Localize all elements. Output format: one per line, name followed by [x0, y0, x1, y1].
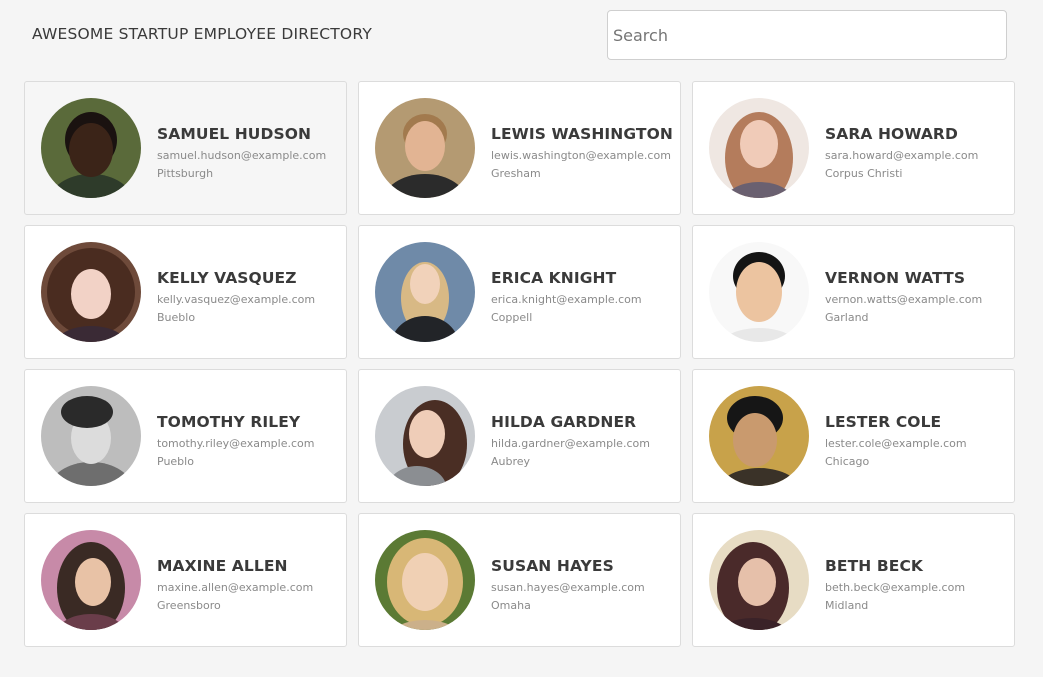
- employee-city: Chicago: [825, 455, 870, 468]
- employee-name: MAXINE ALLEN: [157, 557, 288, 575]
- employee-city: Midland: [825, 599, 869, 612]
- employee-email: erica.knight@example.com: [491, 293, 642, 306]
- employee-name: SARA HOWARD: [825, 125, 958, 143]
- person-avatar-icon: [41, 242, 141, 342]
- avatar: [375, 530, 475, 630]
- employee-grid: SAMUEL HUDSON samuel.hudson@example.com …: [24, 81, 1015, 647]
- avatar: [375, 98, 475, 198]
- person-avatar-icon: [41, 386, 141, 486]
- person-avatar-icon: [375, 386, 475, 486]
- employee-info: TOMOTHY RILEY tomothy.riley@example.com …: [157, 412, 342, 470]
- employee-city: Pueblo: [157, 455, 194, 468]
- employee-card[interactable]: HILDA GARDNER hilda.gardner@example.com …: [358, 369, 681, 503]
- employee-name: BETH BECK: [825, 557, 924, 575]
- employee-name: LESTER COLE: [825, 413, 942, 431]
- employee-card[interactable]: ERICA KNIGHT erica.knight@example.com Co…: [358, 225, 681, 359]
- employee-info: ERICA KNIGHT erica.knight@example.com Co…: [491, 268, 676, 326]
- employee-card[interactable]: LESTER COLE lester.cole@example.com Chic…: [692, 369, 1015, 503]
- avatar: [375, 242, 475, 342]
- person-avatar-icon: [375, 530, 475, 630]
- employee-city: Bueblo: [157, 311, 196, 324]
- employee-card[interactable]: SUSAN HAYES susan.hayes@example.com Omah…: [358, 513, 681, 647]
- employee-city: Aubrey: [491, 455, 531, 468]
- avatar: [375, 386, 475, 486]
- employee-email: tomothy.riley@example.com: [157, 437, 315, 450]
- page-header: AWESOME STARTUP EMPLOYEE DIRECTORY: [0, 0, 1043, 72]
- employee-name: LEWIS WASHINGTON: [491, 125, 673, 143]
- employee-card[interactable]: BETH BECK beth.beck@example.com Midland: [692, 513, 1015, 647]
- employee-city: Greensboro: [157, 599, 221, 612]
- employee-card[interactable]: MAXINE ALLEN maxine.allen@example.com Gr…: [24, 513, 347, 647]
- avatar: [709, 386, 809, 486]
- person-avatar-icon: [375, 98, 475, 198]
- avatar: [709, 98, 809, 198]
- person-avatar-icon: [709, 242, 809, 342]
- employee-email: lewis.washington@example.com: [491, 149, 671, 162]
- person-avatar-icon: [41, 530, 141, 630]
- employee-name: SAMUEL HUDSON: [157, 125, 312, 143]
- employee-email: beth.beck@example.com: [825, 581, 966, 594]
- avatar: [41, 386, 141, 486]
- employee-info: SARA HOWARD sara.howard@example.com Corp…: [825, 124, 1010, 182]
- avatar: [709, 242, 809, 342]
- avatar: [41, 530, 141, 630]
- employee-info: LESTER COLE lester.cole@example.com Chic…: [825, 412, 1010, 470]
- employee-email: susan.hayes@example.com: [491, 581, 645, 594]
- search-container: [607, 10, 1007, 60]
- employee-info: SUSAN HAYES susan.hayes@example.com Omah…: [491, 556, 676, 614]
- employee-info: MAXINE ALLEN maxine.allen@example.com Gr…: [157, 556, 342, 614]
- employee-card[interactable]: SARA HOWARD sara.howard@example.com Corp…: [692, 81, 1015, 215]
- employee-city: Coppell: [491, 311, 533, 324]
- employee-info: BETH BECK beth.beck@example.com Midland: [825, 556, 1010, 614]
- employee-card[interactable]: TOMOTHY RILEY tomothy.riley@example.com …: [24, 369, 347, 503]
- employee-name: TOMOTHY RILEY: [157, 413, 301, 431]
- avatar: [41, 98, 141, 198]
- employee-city: Corpus Christi: [825, 167, 903, 180]
- employee-info: SAMUEL HUDSON samuel.hudson@example.com …: [157, 124, 342, 182]
- employee-card[interactable]: LEWIS WASHINGTON lewis.washington@exampl…: [358, 81, 681, 215]
- employee-info: LEWIS WASHINGTON lewis.washington@exampl…: [491, 124, 676, 182]
- person-avatar-icon: [709, 530, 809, 630]
- person-avatar-icon: [709, 386, 809, 486]
- employee-name: KELLY VASQUEZ: [157, 269, 297, 287]
- employee-info: HILDA GARDNER hilda.gardner@example.com …: [491, 412, 676, 470]
- employee-info: KELLY VASQUEZ kelly.vasquez@example.com …: [157, 268, 342, 326]
- employee-city: Omaha: [491, 599, 531, 612]
- employee-city: Pittsburgh: [157, 167, 214, 180]
- employee-card[interactable]: KELLY VASQUEZ kelly.vasquez@example.com …: [24, 225, 347, 359]
- employee-city: Gresham: [491, 167, 541, 180]
- employee-card[interactable]: VERNON WATTS vernon.watts@example.com Ga…: [692, 225, 1015, 359]
- search-input[interactable]: [607, 10, 1007, 60]
- employee-email: hilda.gardner@example.com: [491, 437, 650, 450]
- person-avatar-icon: [375, 242, 475, 342]
- avatar: [41, 242, 141, 342]
- employee-info: VERNON WATTS vernon.watts@example.com Ga…: [825, 268, 1010, 326]
- employee-name: VERNON WATTS: [825, 269, 966, 287]
- avatar: [709, 530, 809, 630]
- person-avatar-icon: [41, 98, 141, 198]
- employee-city: Garland: [825, 311, 869, 324]
- employee-email: vernon.watts@example.com: [825, 293, 983, 306]
- employee-email: lester.cole@example.com: [825, 437, 967, 450]
- employee-name: HILDA GARDNER: [491, 413, 637, 431]
- employee-name: ERICA KNIGHT: [491, 269, 617, 287]
- page-title: AWESOME STARTUP EMPLOYEE DIRECTORY: [32, 25, 372, 43]
- employee-email: kelly.vasquez@example.com: [157, 293, 316, 306]
- employee-card[interactable]: SAMUEL HUDSON samuel.hudson@example.com …: [24, 81, 347, 215]
- employee-email: samuel.hudson@example.com: [157, 149, 327, 162]
- employee-email: maxine.allen@example.com: [157, 581, 314, 594]
- employee-email: sara.howard@example.com: [825, 149, 979, 162]
- person-avatar-icon: [709, 98, 809, 198]
- employee-name: SUSAN HAYES: [491, 557, 614, 575]
